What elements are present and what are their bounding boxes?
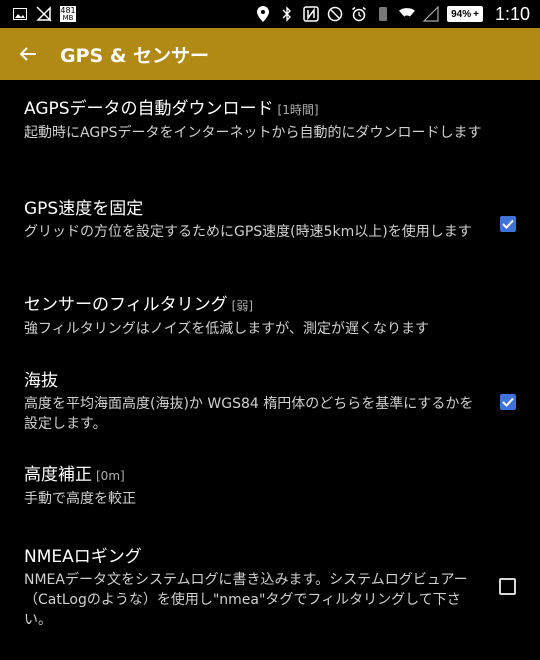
setting-summary: 高度を平均海面高度(海抜)か WGS84 楕円体のどちらを基準にするかを設定しま… (24, 396, 474, 432)
vibrate-icon (375, 6, 391, 22)
setting-title: GPS速度を固定 (24, 199, 144, 219)
setting-title: AGPSデータの自動ダウンロード (24, 99, 274, 119)
app-bar: GPS & センサー (0, 28, 540, 80)
nmea-logging-checkbox[interactable] (499, 578, 516, 595)
setting-sensor-filtering[interactable]: センサーのフィルタリング [弱] 強フィルタリングはノイズを低減しますが、測定が遅… (0, 290, 540, 368)
memory-icon: 481 MB (60, 6, 76, 22)
wifi-icon (399, 6, 416, 22)
setting-fix-gps-speed[interactable]: GPS速度を固定 グリッドの方位を設定するためにGPS速度(時速5km以上)を使… (0, 194, 540, 290)
do-not-disturb-icon (327, 6, 343, 22)
setting-title: 海抜 (24, 371, 58, 391)
setting-summary: 強フィルタリングはノイズを低減しますが、測定が遅くなります (24, 321, 430, 337)
setting-summary: NMEAデータ文をシステムログに書き込みます。システムログビュアー（CatLog… (24, 572, 468, 628)
setting-title: センサーのフィルタリング (24, 295, 228, 315)
setting-agps-download[interactable]: AGPSデータの自動ダウンロード [1時間] 起動時にAGPSデータをインターネッ… (0, 80, 540, 194)
setting-altitude-correction[interactable]: 高度補正 [0m] 手動で高度を較正 (0, 464, 540, 544)
setting-value: [1時間] (277, 103, 319, 117)
charging-icon: + (473, 8, 479, 20)
checkmark-icon (502, 219, 514, 229)
clock: 1:10 (494, 3, 530, 24)
settings-list: AGPSデータの自動ダウンロード [1時間] 起動時にAGPSデータをインターネッ… (0, 80, 540, 654)
arrow-back-icon (19, 47, 36, 61)
setting-title: NMEAロギング (24, 547, 142, 567)
battery-indicator: 94% + (447, 6, 483, 22)
setting-nmea-logging[interactable]: NMEAロギング NMEAデータ文をシステムログに書き込みます。システムログビュ… (0, 544, 540, 654)
sea-level-checkbox[interactable] (500, 394, 516, 410)
setting-title: 高度補正 (24, 465, 92, 485)
page-title: GPS & センサー (60, 44, 210, 67)
checkmark-icon (502, 397, 514, 407)
memory-unit: MB (62, 13, 74, 22)
setting-summary: 起動時にAGPSデータをインターネットから自動的にダウンロードします (24, 125, 482, 141)
status-bar: 481 MB 94% + 1:10 (0, 0, 540, 28)
setting-summary: 手動で高度を較正 (24, 491, 136, 507)
fix-gps-speed-checkbox[interactable] (500, 216, 516, 232)
nfc-icon (303, 6, 319, 22)
cell-signal-icon (423, 6, 439, 22)
setting-value: [0m] (96, 469, 125, 483)
location-icon (255, 6, 271, 22)
setting-summary: グリッドの方位を設定するためにGPS速度(時速5km以上)を使用します (24, 224, 472, 240)
back-button[interactable] (0, 28, 56, 80)
no-signal-icon (36, 6, 52, 22)
image-icon (12, 6, 28, 22)
battery-level: 94% (451, 8, 472, 20)
alarm-icon (351, 6, 367, 22)
bluetooth-icon (279, 6, 295, 22)
setting-value: [弱] (231, 299, 254, 313)
setting-sea-level[interactable]: 海抜 高度を平均海面高度(海抜)か WGS84 楕円体のどちらを基準にするかを設… (0, 368, 540, 464)
